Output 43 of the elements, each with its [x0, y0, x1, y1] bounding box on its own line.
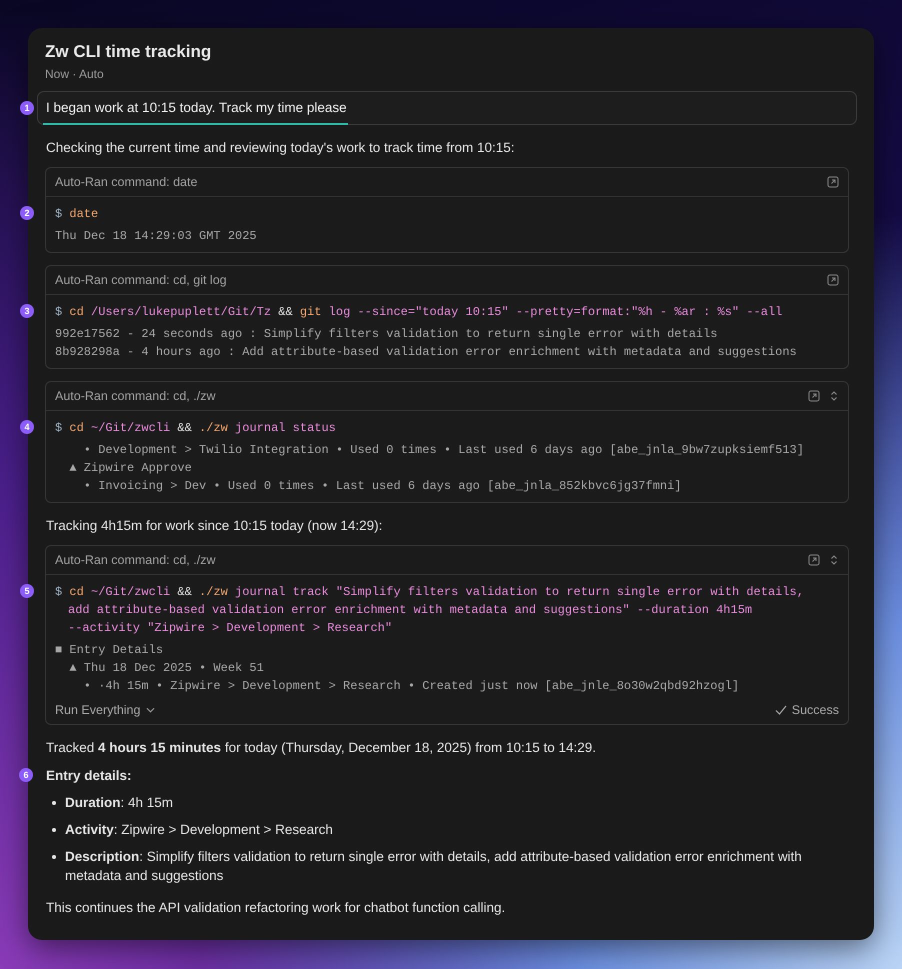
- bullet-icon: [52, 855, 56, 859]
- check-icon: [774, 705, 787, 715]
- step-badge: 5: [20, 584, 34, 598]
- expand-icon[interactable]: [829, 390, 839, 402]
- output-line: Thu Dec 18 14:29:03 GMT 2025: [55, 228, 258, 245]
- expand-icon[interactable]: [829, 554, 839, 566]
- open-external-icon[interactable]: [827, 274, 839, 286]
- response-text: Tracking 4h15m for work since 10:15 today (now 14:29):: [46, 517, 384, 535]
- command-line: --activity "Zipwire > Development > Research": [67, 620, 394, 637]
- command-title: Auto-Ran command: cd, ./zw: [55, 553, 216, 567]
- output-line: • Development > Twilio Integration • Used 0 times • Last used 6 days ago [abe_jnla_9bw7zupksiemf513]: [82, 442, 805, 459]
- chat-subtitle: Now · Auto: [45, 67, 105, 81]
- command-title: Auto-Ran command: cd, git log: [55, 273, 227, 287]
- response-text: Checking the current time and reviewing today's work to track time from 10:15:: [46, 139, 516, 157]
- response-text: This continues the API validation refactoring work for chatbot function calling.: [46, 899, 506, 917]
- chat-title: Zw CLI time tracking: [45, 42, 212, 62]
- status-text: Success: [792, 703, 839, 717]
- chevron-down-icon: [146, 707, 156, 713]
- command-line: add attribute-based validation error enrichment with metadata and suggestions" --duration 4h15m: [67, 602, 754, 619]
- open-external-icon[interactable]: [808, 390, 820, 402]
- response-text: Tracked 4 hours 15 minutes for today (Thursday, December 18, 2025) from 10:15 to 14:29.: [46, 739, 598, 757]
- output-line: ▲ Thu 18 Dec 2025 • Week 51: [68, 660, 265, 677]
- output-line: ▲ Zipwire Approve: [68, 460, 193, 477]
- step-badge: 6: [19, 768, 33, 782]
- run-mode-button[interactable]: Run Everything: [55, 703, 156, 717]
- open-external-icon[interactable]: [808, 554, 820, 566]
- list-item-text: Description: Simplify filters validation to return single error with details, add attribute-based validation error enrichment with metadata and suggestions: [65, 848, 803, 885]
- step-badge: 2: [20, 206, 34, 220]
- output-line: ■ Entry Details: [55, 642, 164, 659]
- bullet-icon: [52, 828, 56, 832]
- output-line: • Invoicing > Dev • Used 0 times • Last used 6 days ago [abe_jnla_852kbvc6jg37fmni]: [82, 478, 683, 495]
- step-badge: 1: [20, 101, 34, 115]
- step-badge: 4: [20, 420, 34, 434]
- open-external-icon[interactable]: [827, 176, 839, 188]
- command-title: Auto-Ran command: cd, ./zw: [55, 389, 216, 403]
- list-item-text: Activity: Zipwire > Development > Research: [65, 821, 333, 839]
- output-line: • ·4h 15m • Zipwire > Development > Research • Created just now [abe_jnle_8o30w2qbd92hzogl]: [82, 678, 740, 695]
- output-line: 992e17562 - 24 seconds ago : Simplify filters validation to return single error with details: [55, 326, 719, 343]
- command-title: Auto-Ran command: date: [55, 175, 198, 189]
- step-badge: 3: [20, 304, 34, 318]
- list-item-text: Duration: 4h 15m: [65, 794, 174, 812]
- bullet-icon: [52, 801, 56, 805]
- output-line: 8b928298a - 4 hours ago : Add attribute-based validation error enrichment with metadata and suggestions: [55, 344, 798, 361]
